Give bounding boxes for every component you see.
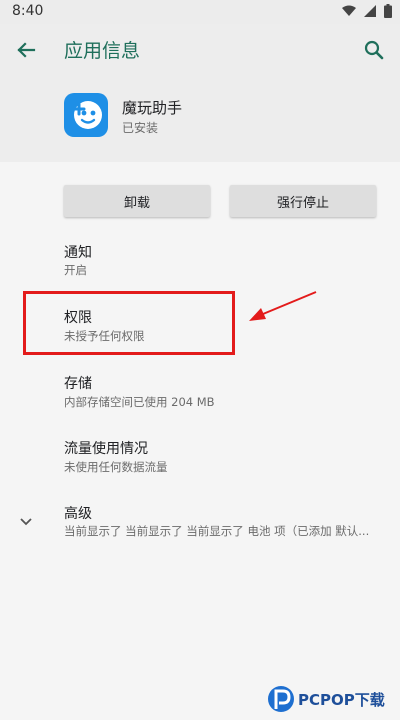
back-arrow-icon[interactable]: [12, 36, 40, 64]
status-icons: [342, 4, 392, 18]
app-header: 应用信息 魔玩助手 已安装: [0, 24, 400, 162]
watermark-text: PCPOP下载: [298, 691, 385, 709]
storage-title: 存储: [64, 376, 92, 392]
battery-icon: [384, 4, 392, 18]
uninstall-button[interactable]: 卸载: [64, 185, 210, 217]
status-time: 8:40: [12, 3, 44, 19]
chevron-down-icon: [20, 518, 32, 526]
advanced-title: 高级: [64, 506, 92, 522]
app-name: 魔玩助手: [122, 99, 183, 117]
app-logo-icon: [72, 101, 102, 129]
storage-subtitle: 内部存储空间已使用 204 MB: [64, 395, 215, 409]
signal-icon: [364, 5, 376, 17]
app-install-status: 已安装: [122, 121, 159, 135]
status-bar: 8:40: [0, 0, 400, 24]
highlight-box: [23, 291, 235, 355]
red-arrow-icon: [249, 291, 317, 321]
wifi-icon: [342, 5, 356, 16]
search-icon[interactable]: [360, 36, 388, 64]
app-icon: [64, 93, 108, 137]
watermark-logo: PCPOP下载: [266, 682, 394, 716]
page-title: 应用信息: [64, 40, 141, 62]
force-stop-button[interactable]: 强行停止: [230, 185, 376, 217]
notifications-subtitle: 开启: [64, 263, 87, 277]
notifications-title: 通知: [64, 245, 92, 261]
pcpop-logo-icon: PCPOP下载: [268, 686, 385, 712]
data-usage-title: 流量使用情况: [64, 441, 148, 457]
advanced-subtitle: 当前显示了 当前显示了 当前显示了 电池 项（已添加 默认...: [64, 524, 370, 538]
data-usage-subtitle: 未使用任何数据流量: [64, 460, 168, 474]
